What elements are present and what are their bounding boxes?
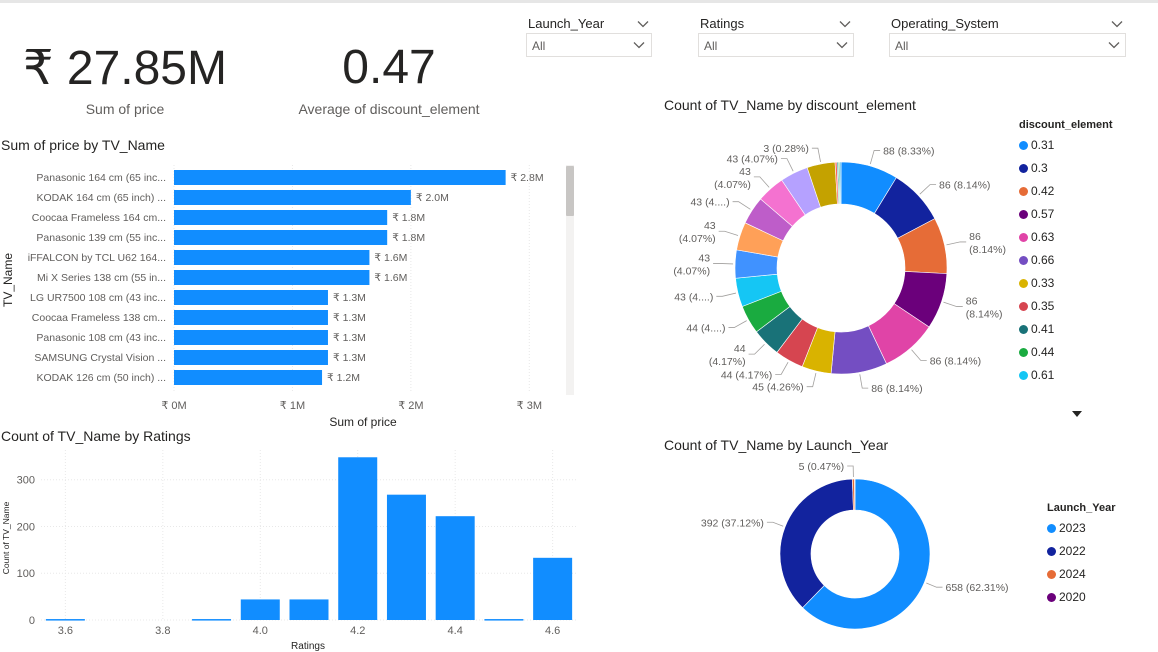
legend-marker (1019, 325, 1028, 334)
legend-marker (1019, 348, 1028, 357)
legend-label: 2022 (1059, 544, 1086, 558)
legend-item[interactable]: 0.31 (1019, 138, 1054, 153)
legend-label: 2020 (1059, 590, 1086, 604)
legend-marker (1019, 371, 1028, 380)
discount-legend-title: discount_element (1019, 119, 1113, 131)
launch-year-data-label: 392 (37.12%) (701, 517, 764, 529)
legend-marker (1019, 302, 1028, 311)
launch-year-leader-line (847, 465, 854, 478)
legend-label: 0.66 (1031, 253, 1055, 267)
legend-item[interactable]: 2024 (1047, 567, 1086, 582)
launch-year-donut-chart[interactable]: 658 (62.31%) 392 (37.12%) 5 (0.47%) (0, 0, 1158, 652)
legend-more-arrow-icon[interactable] (1071, 409, 1083, 419)
legend-item[interactable]: 2023 (1047, 521, 1086, 536)
legend-label: 0.41 (1031, 322, 1055, 336)
legend-item[interactable]: 0.3 (1019, 161, 1048, 176)
legend-item[interactable]: 2022 (1047, 544, 1086, 559)
legend-label: 0.44 (1031, 345, 1055, 359)
launch-year-leader-line (926, 582, 943, 588)
legend-marker (1019, 141, 1028, 150)
launch-year-data-label: 658 (62.31%) (946, 582, 1009, 594)
legend-marker (1019, 279, 1028, 288)
legend-marker (1019, 164, 1028, 173)
legend-item[interactable]: 0.66 (1019, 253, 1054, 268)
launch-year-legend-title: Launch_Year (1047, 502, 1116, 514)
launch-year-slice (779, 478, 854, 609)
legend-label: 0.33 (1031, 276, 1055, 290)
legend-label: 0.57 (1031, 207, 1055, 221)
legend-item[interactable]: 0.41 (1019, 322, 1054, 337)
legend-item[interactable]: 0.61 (1019, 368, 1054, 383)
legend-item[interactable]: 2020 (1047, 590, 1086, 605)
launch-year-data-label: 5 (0.47%) (799, 461, 845, 473)
legend-item[interactable]: 0.35 (1019, 299, 1054, 314)
legend-marker (1047, 524, 1056, 533)
legend-label: 0.35 (1031, 299, 1055, 313)
legend-item[interactable]: 0.42 (1019, 184, 1054, 199)
legend-label: 0.61 (1031, 368, 1055, 382)
legend-label: 0.31 (1031, 138, 1055, 152)
legend-item[interactable]: 0.44 (1019, 345, 1054, 360)
legend-marker (1047, 570, 1056, 579)
legend-item[interactable]: 0.63 (1019, 230, 1054, 245)
legend-marker (1019, 210, 1028, 219)
launch-year-leader-line (766, 521, 784, 527)
legend-marker (1047, 547, 1056, 556)
legend-label: 0.42 (1031, 184, 1055, 198)
legend-marker (1047, 593, 1056, 602)
legend-label: 0.3 (1031, 161, 1048, 175)
legend-marker (1019, 256, 1028, 265)
legend-item[interactable]: 0.33 (1019, 276, 1054, 291)
legend-marker (1019, 233, 1028, 242)
legend-label: 2024 (1059, 567, 1086, 581)
legend-item[interactable]: 0.57 (1019, 207, 1054, 222)
legend-label: 0.63 (1031, 230, 1055, 244)
legend-marker (1019, 187, 1028, 196)
legend-label: 2023 (1059, 521, 1086, 535)
